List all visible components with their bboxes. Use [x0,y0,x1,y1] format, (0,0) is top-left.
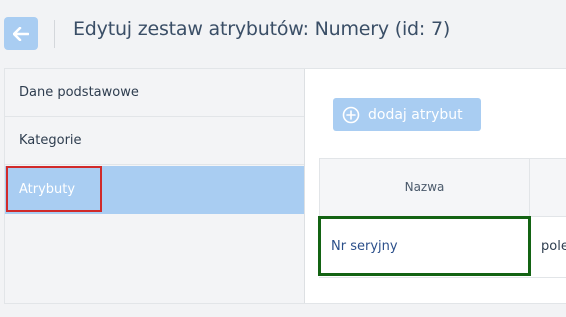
sidebar-item-kategorie[interactable]: Kategorie [5,117,304,165]
column-header-nazwa[interactable]: Nazwa [319,159,530,216]
header-bar: Edytuj zestaw atrybutów: Numery (id: 7) [0,0,566,66]
add-attribute-button[interactable]: dodaj atrybut [333,98,481,131]
table-row: Nr seryjny pole [319,217,566,278]
sidebar: Dane podstawowe Kategorie Atrybuty [5,69,305,303]
sidebar-item-atrybuty[interactable]: Atrybuty [5,166,304,214]
back-button[interactable] [4,17,38,50]
arrow-left-icon [13,26,29,41]
attribute-name-link[interactable]: Nr seryjny [331,217,398,277]
sidebar-item-dane-podstawowe[interactable]: Dane podstawowe [5,69,304,117]
table-header: Nazwa [319,159,566,217]
attributes-table: Nazwa Nr seryjny pole [319,158,566,279]
page-title: Edytuj zestaw atrybutów: Numery (id: 7) [73,18,451,40]
sidebar-item-label: Kategorie [19,133,82,148]
plus-circle-icon [342,106,360,123]
header-divider [54,20,55,48]
sidebar-item-label: Atrybuty [19,182,76,197]
main-content: dodaj atrybut Nazwa Nr seryjny pole [305,69,566,303]
add-attribute-label: dodaj atrybut [368,106,463,123]
edit-panel: Dane podstawowe Kategorie Atrybuty dodaj… [4,68,566,304]
attribute-type-cell: pole [541,239,566,254]
sidebar-item-label: Dane podstawowe [19,85,139,100]
